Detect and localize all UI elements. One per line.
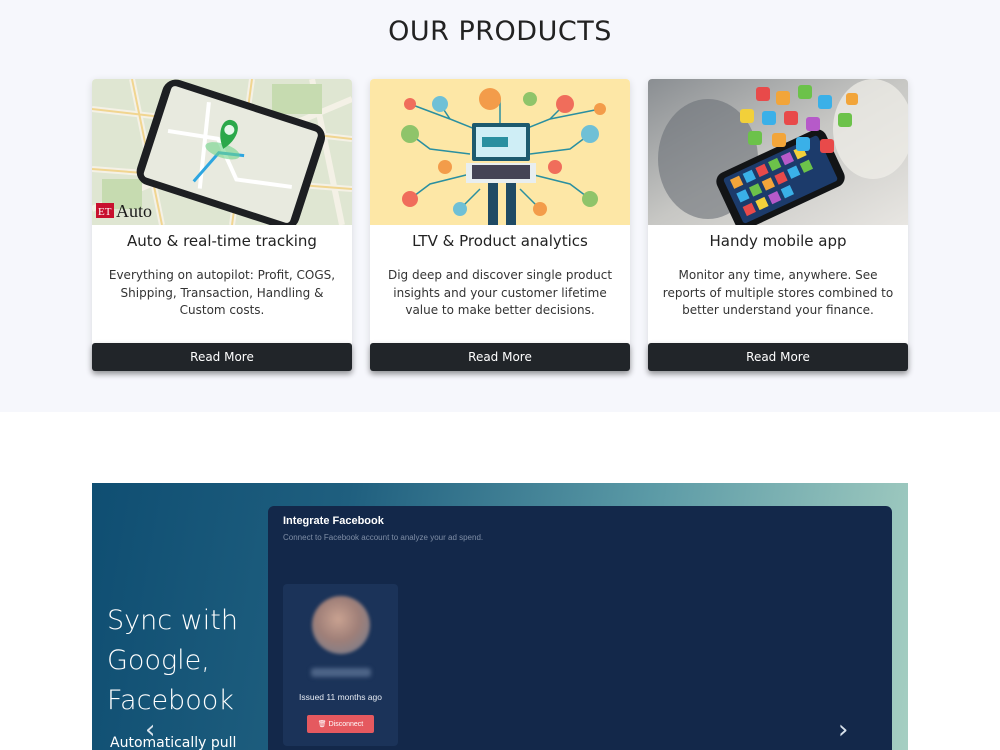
card-title: Auto & real-time tracking — [127, 232, 317, 250]
card-description: Dig deep and discover single product ins… — [387, 268, 613, 317]
facebook-account-card: Issued 11 months ago 🗑︎ Disconnect — [283, 584, 398, 746]
card-title: LTV & Product analytics — [412, 232, 588, 250]
card-title: Handy mobile app — [709, 232, 847, 250]
chevron-right-icon[interactable]: › — [838, 717, 848, 743]
account-name-blurred — [311, 668, 371, 677]
phone-map-tracking-image: ET Auto — [92, 79, 352, 225]
integration-banner: Sync with Google, Facebook Automatically… — [92, 483, 908, 750]
read-more-button-analytics[interactable]: Read More — [370, 343, 630, 371]
issued-date: Issued 11 months ago — [298, 692, 382, 702]
card-description: Everything on autopilot: Profit, COGS, S… — [108, 268, 336, 317]
integrate-facebook-panel: Integrate Facebook Connect to Facebook a… — [268, 506, 892, 750]
disconnect-button[interactable]: 🗑︎ Disconnect — [307, 715, 374, 733]
product-card-mobile: Handy mobile app Monitor any time, anywh… — [648, 79, 908, 371]
avatar — [312, 596, 370, 654]
smartphone-app-icons-image — [648, 79, 908, 225]
panel-title: Integrate Facebook — [283, 515, 384, 527]
read-more-button-mobile[interactable]: Read More — [648, 343, 908, 371]
product-card-tracking: ET Auto Auto & real-time tracking Everyt… — [92, 79, 352, 371]
products-heading: OUR PRODUCTS — [388, 16, 612, 47]
auto-logo-text: Auto — [116, 201, 152, 221]
products-section: OUR PRODUCTS ET Auto Auto & real-time tr… — [0, 0, 1000, 412]
trash-icon: 🗑︎ — [317, 721, 327, 728]
banner-heading: Sync with Google, Facebook — [107, 605, 238, 716]
chevron-left-icon[interactable]: ‹ — [145, 717, 155, 743]
disconnect-label: Disconnect — [328, 721, 364, 728]
read-more-button-tracking[interactable]: Read More — [92, 343, 352, 371]
panel-subtitle: Connect to Facebook account to analyze y… — [283, 533, 484, 542]
et-logo-text: ET — [98, 206, 112, 218]
card-description: Monitor any time, anywhere. See reports … — [662, 268, 894, 317]
analytics-network-illustration — [370, 79, 630, 225]
banner-subheading: Automatically pull — [110, 735, 237, 750]
product-card-analytics: LTV & Product analytics Dig deep and dis… — [370, 79, 630, 371]
